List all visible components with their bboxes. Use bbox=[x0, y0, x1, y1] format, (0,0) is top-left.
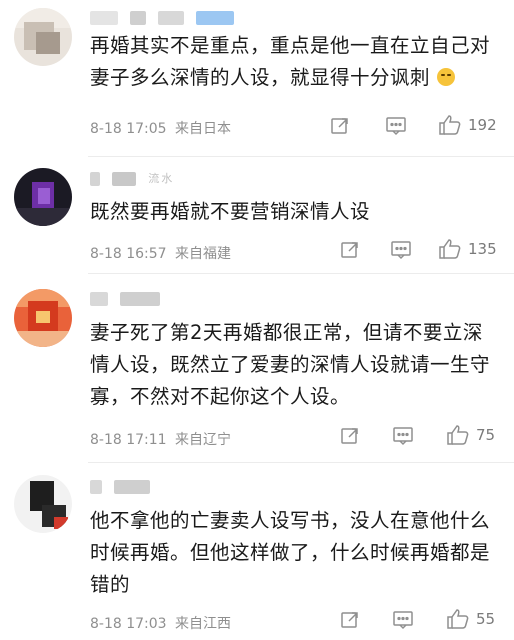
divider bbox=[88, 156, 514, 157]
username[interactable] bbox=[90, 291, 166, 307]
avatar[interactable] bbox=[14, 8, 72, 66]
reply-icon bbox=[393, 427, 413, 446]
comment-item: 流水 既然要再婚就不要营销深情人设 8-18 16:57 来自福建 135 bbox=[0, 160, 514, 275]
like-count: 55 bbox=[476, 610, 496, 628]
like-count: 75 bbox=[476, 426, 496, 444]
like-icon bbox=[439, 115, 461, 135]
avatar[interactable] bbox=[14, 475, 72, 533]
comment-date: 8-18 17:11 bbox=[90, 432, 167, 448]
comment-meta: 8-18 17:11 来自辽宁 bbox=[90, 429, 231, 449]
like-button[interactable]: 55 bbox=[446, 608, 495, 630]
comment-date: 8-18 17:03 bbox=[90, 616, 167, 632]
share-icon bbox=[331, 118, 348, 134]
reply-icon bbox=[386, 117, 406, 136]
like-count: 192 bbox=[468, 116, 497, 134]
divider bbox=[88, 273, 514, 274]
comment-item: 他不拿他的亡妻卖人设写书，没人在意他什么时候再婚。但他这样做了，什么时候再婚都是… bbox=[0, 465, 514, 640]
reply-button[interactable] bbox=[385, 116, 407, 136]
comment-item: 妻子死了第2天再婚都很正常，但请不要立深情人设，既然立了爱妻的深情人设就请一生守… bbox=[0, 275, 514, 465]
comment-item: 再婚其实不是重点，重点是他一直在立自己对妻子多么深情的人设，就显得十分讽刺 8-… bbox=[0, 0, 514, 160]
username[interactable]: 流水 bbox=[90, 170, 174, 186]
share-button[interactable] bbox=[340, 610, 360, 630]
comment-date: 8-18 16:57 bbox=[90, 246, 167, 262]
like-icon bbox=[439, 239, 461, 259]
username[interactable] bbox=[90, 10, 240, 26]
like-button[interactable]: 192 bbox=[438, 114, 497, 136]
like-count: 135 bbox=[468, 240, 497, 258]
comment-meta: 8-18 17:05 来自日本 bbox=[90, 118, 231, 138]
like-icon bbox=[447, 609, 469, 629]
comment-location: 来自福建 bbox=[175, 246, 232, 262]
crying-emoji-icon bbox=[436, 68, 455, 86]
like-button[interactable]: 135 bbox=[438, 238, 497, 260]
username[interactable] bbox=[90, 479, 156, 495]
share-button[interactable] bbox=[330, 116, 350, 136]
comment-date: 8-18 17:05 bbox=[90, 121, 167, 137]
reply-button[interactable] bbox=[392, 610, 414, 630]
reply-icon bbox=[393, 611, 413, 630]
like-icon bbox=[447, 425, 469, 445]
comment-meta: 8-18 17:03 来自江西 bbox=[90, 613, 231, 633]
comment-location: 来自日本 bbox=[175, 121, 232, 137]
reply-icon bbox=[391, 241, 411, 260]
share-icon bbox=[341, 242, 358, 258]
share-icon bbox=[341, 428, 358, 444]
reply-button[interactable] bbox=[392, 426, 414, 446]
comment-text: 妻子死了第2天再婚都很正常，但请不要立深情人设，既然立了爱妻的深情人设就请一生守… bbox=[90, 321, 491, 408]
comment-text: 既然要再婚就不要营销深情人设 bbox=[90, 200, 371, 223]
divider bbox=[88, 462, 514, 463]
reply-button[interactable] bbox=[390, 240, 412, 260]
comment-text: 他不拿他的亡妻卖人设写书，没人在意他什么时候再婚。但他这样做了，什么时候再婚都是… bbox=[90, 509, 491, 596]
like-button[interactable]: 75 bbox=[446, 424, 495, 446]
comment-meta: 8-18 16:57 来自福建 bbox=[90, 243, 231, 263]
comment-location: 来自辽宁 bbox=[175, 432, 232, 448]
comment-text: 再婚其实不是重点，重点是他一直在立自己对妻子多么深情的人设，就显得十分讽刺 bbox=[90, 34, 491, 89]
share-button[interactable] bbox=[340, 426, 360, 446]
share-button[interactable] bbox=[340, 240, 360, 260]
share-icon bbox=[341, 612, 358, 628]
comment-location: 来自江西 bbox=[175, 616, 232, 632]
avatar[interactable] bbox=[14, 168, 72, 226]
avatar[interactable] bbox=[14, 289, 72, 347]
